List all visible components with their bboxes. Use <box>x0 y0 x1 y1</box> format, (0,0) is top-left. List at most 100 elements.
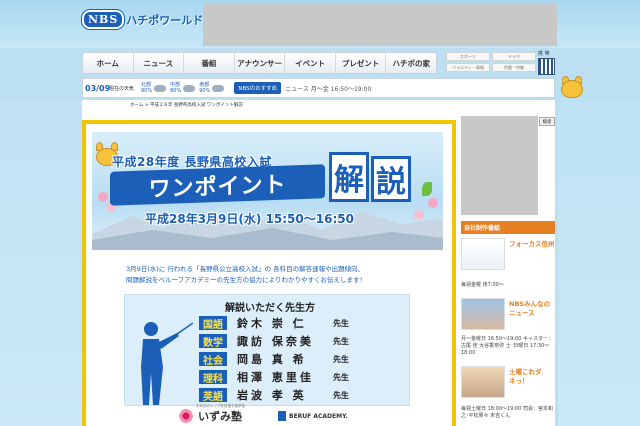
sensei-label: 先生 <box>333 318 349 328</box>
program-desc: 月〜金曜日 16:50〜19:00 キャスター：古尾 佳 大谷香奈弥 土･日曜日… <box>461 336 553 356</box>
teacher-row: 英語 岩波 孝 英 先生 <box>199 387 349 403</box>
program-title-sub: 信州 <box>541 240 555 248</box>
teacher-row: 国語 鈴木 崇 仁 先生 <box>199 315 349 331</box>
sensei-label: 先生 <box>333 372 349 382</box>
teacher-name: 鈴木 崇 仁 <box>237 317 307 330</box>
flower-logo-icon <box>178 408 194 424</box>
region-pct: 90% <box>141 88 153 94</box>
util-special-link[interactable]: 特番・特集 <box>492 63 536 72</box>
sensei-label: 先生 <box>333 390 349 400</box>
poster-title-setsu: 説 <box>371 156 411 202</box>
teacher-row: 数学 諏訪 保奈美 先生 <box>199 333 349 349</box>
own-programs-header: 自社制作番組 <box>461 221 555 234</box>
izumi-juku-logo: いずみ塾 <box>178 408 242 424</box>
weather-region-north[interactable]: 北部 90% <box>141 82 167 94</box>
teacher-name: 岩波 孝 英 <box>237 389 307 402</box>
nav-hachipo-house[interactable]: ハチポの家 <box>386 53 436 73</box>
nav-home[interactable]: ホーム <box>83 53 134 73</box>
util-sports-link[interactable]: スポーツ <box>446 52 490 61</box>
site-logo-text: ハチポワールド <box>126 13 204 27</box>
subject-badge: 社会 <box>199 352 227 367</box>
cloud-icon <box>183 84 196 92</box>
nav-programs[interactable]: 番組 <box>184 53 235 73</box>
sensei-label: 先生 <box>333 336 349 346</box>
program-desc: 毎週土曜日 18:00〜19:00 司会：宮本和之･平松果々 末吉くん <box>461 406 553 419</box>
poster-title-kai: 解 <box>329 152 369 202</box>
leaf-icon <box>422 182 432 196</box>
teacher-row: 社会 岡島 真 希 先生 <box>199 351 349 367</box>
program-title[interactable]: フォーカス信州 <box>509 240 555 249</box>
weather-label: 現在の天気 <box>109 85 135 92</box>
weather-bar: 03/09 現在の天気 北部 90% 中部 80% 南部 90% NBSのおすす… <box>82 78 555 98</box>
teacher-name: 相澤 恵里佳 <box>237 371 314 384</box>
intro-line: 問題解説をベルーフアカデミーの先生方の協力によりわかりやすくお伝えします！ <box>126 276 366 284</box>
flower-icon <box>98 192 108 202</box>
flower-icon <box>428 198 438 208</box>
util-variety-link[interactable]: バラエティ・情報 <box>446 63 490 72</box>
top-banner-ad[interactable] <box>203 4 557 46</box>
recommend-label: NBSのおすすめ <box>234 82 282 94</box>
poster-title-main: ワンポイント <box>148 172 287 203</box>
subject-badge: 国語 <box>199 316 227 331</box>
nav-events[interactable]: イベント <box>285 53 336 73</box>
util-drama-link[interactable]: ドラマ <box>492 52 536 61</box>
program-title[interactable]: NBSみんなの ニュース <box>509 300 550 318</box>
program-nbs-minna-news[interactable]: NBSみんなの ニュース 月〜金曜日 16:50〜19:00 キャスター：古尾 … <box>461 298 555 358</box>
nav-presents[interactable]: プレゼント <box>336 53 387 73</box>
cloud-icon <box>212 84 225 92</box>
program-title-sub: ニュース <box>509 309 535 317</box>
program-doyou-koredane[interactable]: 土曜これダ ネっ！ 毎週土曜日 18:00〜19:00 司会：宮本和之･平松果々… <box>461 366 555 426</box>
site-header: NBS ハチポワールド <box>0 0 640 48</box>
mobile-label: 携 帯 <box>538 51 550 57</box>
program-title-main: フォーカス <box>509 240 542 248</box>
subject-badge: 理科 <box>199 370 227 385</box>
breadcrumb[interactable]: ホーム > 平成２８年 長野県高校入試 ワンポイント解説 <box>130 102 243 108</box>
qr-code-icon[interactable] <box>538 58 555 75</box>
teacher-name: 岡島 真 希 <box>237 353 307 366</box>
nav-news[interactable]: ニュース <box>134 53 185 73</box>
teacher-name: 諏訪 保奈美 <box>237 335 314 348</box>
weather-region-central[interactable]: 中部 80% <box>170 82 196 94</box>
recommend-text[interactable]: ニュース 月〜金 16:50〜19:00 <box>285 84 371 93</box>
feature-frame: 平成28年度 長野県高校入試 ワンポイント 解 説 平成28年3月9日(水) 1… <box>82 120 456 426</box>
background-right <box>558 102 640 426</box>
weather-region-south[interactable]: 南部 90% <box>199 82 225 94</box>
program-title-main: NBSみんなの <box>509 300 551 308</box>
broadcast-date: 平成28年3月9日(水) 15:50〜16:50 <box>145 212 354 226</box>
beruf-academy-logo: BERUF ACADEMY. <box>278 411 348 421</box>
izumi-logo-text: いずみ塾 <box>198 410 242 423</box>
teachers-title: 解説いただく先生方 <box>225 303 315 314</box>
weather-date: 03/09 <box>85 83 111 93</box>
nav-announcers[interactable]: アナウンサー <box>235 53 286 73</box>
subject-badge: 数学 <box>199 334 227 349</box>
subject-badge: 英語 <box>199 388 227 403</box>
region-pct: 90% <box>199 88 211 94</box>
cloud-icon <box>154 84 167 92</box>
search-button[interactable]: 検索 <box>539 117 555 126</box>
hachipo-mascot-icon <box>556 76 586 102</box>
flower-icon <box>414 210 424 220</box>
program-title-sub: ネっ！ <box>509 377 529 385</box>
sidebar-ad[interactable] <box>461 116 538 215</box>
program-focus-shinshu[interactable]: フォーカス信州 毎週金曜 夜7:00〜 <box>461 238 555 290</box>
program-title[interactable]: 土曜これダ ネっ！ <box>509 368 542 386</box>
program-desc: 毎週金曜 夜7:00〜 <box>461 282 504 288</box>
poster-intro: 3月9日(水)に 行われる「長野県公立高校入試」の 各科目の解答速報や出題傾向、… <box>126 264 416 286</box>
region-pct: 80% <box>170 88 182 94</box>
beruf-logo-text: BERUF ACADEMY. <box>289 412 348 420</box>
program-title-main: 土曜これダ <box>509 368 542 376</box>
teacher-row: 理科 相澤 恵里佳 先生 <box>199 369 349 385</box>
beruf-logo-icon <box>278 411 286 421</box>
program-thumbnail[interactable] <box>461 238 505 270</box>
teachers-panel: 解説いただく先生方 国語 鈴木 崇 仁 先生 数学 諏訪 保奈美 先生 社会 岡… <box>124 294 410 406</box>
site-logo[interactable]: NBS ハチポワールド <box>82 10 203 29</box>
sensei-label: 先生 <box>333 354 349 364</box>
nbs-logo-mark: NBS <box>82 10 125 29</box>
intro-line: 3月9日(水)に 行われる「長野県公立高校入試」の 各科目の解答速報や出題傾向、 <box>126 265 365 273</box>
program-thumbnail[interactable] <box>461 298 505 330</box>
program-thumbnail[interactable] <box>461 366 505 398</box>
feature-poster: 平成28年度 長野県高校入試 ワンポイント 解 説 平成28年3月9日(水) 1… <box>92 132 443 426</box>
teacher-silhouette-icon <box>141 322 193 405</box>
main-nav: ホーム ニュース 番組 アナウンサー イベント プレゼント ハチポの家 <box>82 52 437 74</box>
background-left <box>0 100 82 426</box>
